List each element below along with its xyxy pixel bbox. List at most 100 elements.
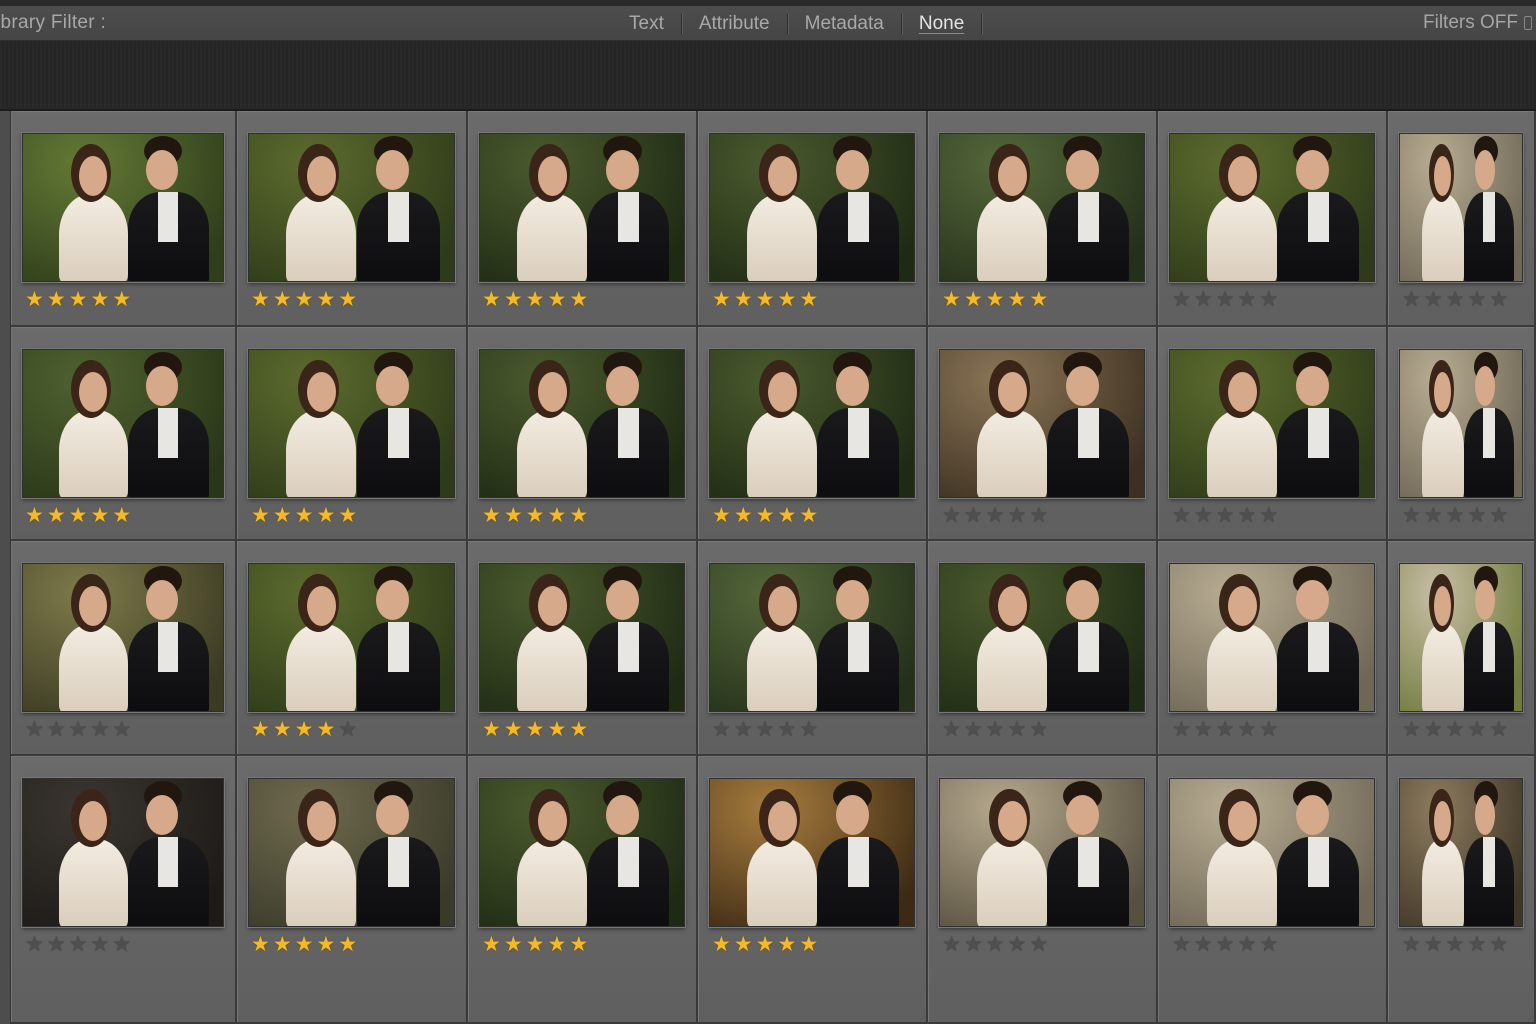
star-icon[interactable]: ★ [1467, 503, 1489, 527]
star-rating[interactable]: ★★★★★ [1172, 718, 1281, 740]
photo-cell[interactable]: ★★★★★ [11, 756, 237, 1024]
star-icon[interactable]: ★ [526, 717, 548, 741]
photo-cell[interactable]: ★★★★★ [698, 111, 928, 327]
star-icon[interactable]: ★ [1029, 287, 1051, 311]
photo-cell[interactable]: ★★★★★ [237, 756, 468, 1024]
star-rating[interactable]: ★★★★★ [942, 288, 1051, 310]
star-icon[interactable]: ★ [569, 287, 591, 311]
star-icon[interactable]: ★ [569, 503, 591, 527]
star-rating[interactable]: ★★★★★ [482, 288, 591, 310]
star-icon[interactable]: ★ [504, 717, 526, 741]
star-icon[interactable]: ★ [1446, 503, 1468, 527]
star-icon[interactable]: ★ [1029, 932, 1051, 956]
star-icon[interactable]: ★ [251, 717, 273, 741]
star-icon[interactable]: ★ [1424, 932, 1446, 956]
star-rating[interactable]: ★★★★★ [251, 504, 360, 526]
photo-thumbnail[interactable] [248, 349, 455, 498]
star-icon[interactable]: ★ [251, 287, 273, 311]
star-icon[interactable]: ★ [69, 503, 91, 527]
photo-thumbnail[interactable] [479, 563, 685, 712]
star-icon[interactable]: ★ [1467, 717, 1489, 741]
star-icon[interactable]: ★ [569, 932, 591, 956]
photo-cell[interactable]: ★★★★★ [1158, 541, 1388, 756]
star-icon[interactable]: ★ [90, 932, 112, 956]
star-icon[interactable]: ★ [47, 932, 69, 956]
photo-cell[interactable]: ★★★★★ [11, 111, 237, 327]
star-rating[interactable]: ★★★★★ [482, 933, 591, 955]
star-rating[interactable]: ★★★★★ [25, 504, 134, 526]
star-icon[interactable]: ★ [47, 287, 69, 311]
star-rating[interactable]: ★★★★★ [251, 288, 360, 310]
star-rating[interactable]: ★★★★★ [251, 933, 360, 955]
tab-text[interactable]: Text [612, 13, 681, 34]
star-icon[interactable]: ★ [526, 932, 548, 956]
star-rating[interactable]: ★★★★★ [251, 718, 360, 740]
star-icon[interactable]: ★ [547, 503, 569, 527]
star-icon[interactable]: ★ [1007, 932, 1029, 956]
star-icon[interactable]: ★ [1489, 717, 1511, 741]
star-rating[interactable]: ★★★★★ [1402, 288, 1511, 310]
star-icon[interactable]: ★ [526, 287, 548, 311]
star-icon[interactable]: ★ [734, 932, 756, 956]
star-icon[interactable]: ★ [1259, 503, 1281, 527]
photo-cell[interactable]: ★★★★★ [11, 327, 237, 541]
star-rating[interactable]: ★★★★★ [942, 933, 1051, 955]
photo-thumbnail[interactable] [939, 778, 1145, 927]
photo-cell[interactable]: ★★★★★ [468, 111, 698, 327]
photo-thumbnail[interactable] [1399, 563, 1523, 712]
star-icon[interactable]: ★ [1446, 287, 1468, 311]
star-icon[interactable]: ★ [1237, 503, 1259, 527]
photo-cell[interactable]: ★★★★★ [1388, 327, 1536, 541]
photo-thumbnail[interactable] [248, 563, 455, 712]
photo-cell[interactable]: ★★★★★ [11, 541, 237, 756]
star-icon[interactable]: ★ [25, 932, 47, 956]
star-icon[interactable]: ★ [756, 503, 778, 527]
star-icon[interactable]: ★ [1424, 503, 1446, 527]
star-icon[interactable]: ★ [1007, 287, 1029, 311]
star-icon[interactable]: ★ [756, 717, 778, 741]
star-rating[interactable]: ★★★★★ [25, 933, 134, 955]
star-icon[interactable]: ★ [569, 717, 591, 741]
star-icon[interactable]: ★ [1489, 503, 1511, 527]
star-icon[interactable]: ★ [1194, 717, 1216, 741]
photo-thumbnail[interactable] [479, 133, 685, 282]
photo-thumbnail[interactable] [248, 778, 455, 927]
star-icon[interactable]: ★ [25, 503, 47, 527]
star-icon[interactable]: ★ [295, 503, 317, 527]
star-icon[interactable]: ★ [90, 287, 112, 311]
star-icon[interactable]: ★ [69, 717, 91, 741]
photo-thumbnail[interactable] [22, 563, 224, 712]
star-rating[interactable]: ★★★★★ [1402, 933, 1511, 955]
star-icon[interactable]: ★ [799, 932, 821, 956]
star-icon[interactable]: ★ [547, 717, 569, 741]
star-icon[interactable]: ★ [338, 287, 360, 311]
photo-thumbnail[interactable] [22, 133, 224, 282]
star-icon[interactable]: ★ [712, 503, 734, 527]
star-icon[interactable]: ★ [1446, 932, 1468, 956]
star-icon[interactable]: ★ [942, 503, 964, 527]
photo-cell[interactable]: ★★★★★ [928, 756, 1158, 1024]
photo-cell[interactable]: ★★★★★ [468, 541, 698, 756]
star-icon[interactable]: ★ [1216, 503, 1238, 527]
photo-thumbnail[interactable] [22, 349, 224, 498]
star-icon[interactable]: ★ [295, 287, 317, 311]
star-rating[interactable]: ★★★★★ [25, 718, 134, 740]
star-rating[interactable]: ★★★★★ [1172, 288, 1281, 310]
star-rating[interactable]: ★★★★★ [1402, 504, 1511, 526]
star-icon[interactable]: ★ [1402, 932, 1424, 956]
star-icon[interactable]: ★ [756, 932, 778, 956]
photo-cell[interactable]: ★★★★★ [1158, 756, 1388, 1024]
star-icon[interactable]: ★ [1172, 287, 1194, 311]
photo-thumbnail[interactable] [1169, 349, 1375, 498]
star-icon[interactable]: ★ [1172, 717, 1194, 741]
photo-thumbnail[interactable] [479, 349, 685, 498]
photo-cell[interactable]: ★★★★★ [1388, 111, 1536, 327]
star-icon[interactable]: ★ [942, 932, 964, 956]
star-rating[interactable]: ★★★★★ [712, 718, 821, 740]
star-icon[interactable]: ★ [1172, 503, 1194, 527]
star-rating[interactable]: ★★★★★ [712, 933, 821, 955]
star-icon[interactable]: ★ [942, 717, 964, 741]
tab-attribute[interactable]: Attribute [682, 13, 787, 34]
star-icon[interactable]: ★ [942, 287, 964, 311]
photo-cell[interactable]: ★★★★★ [1388, 756, 1536, 1024]
